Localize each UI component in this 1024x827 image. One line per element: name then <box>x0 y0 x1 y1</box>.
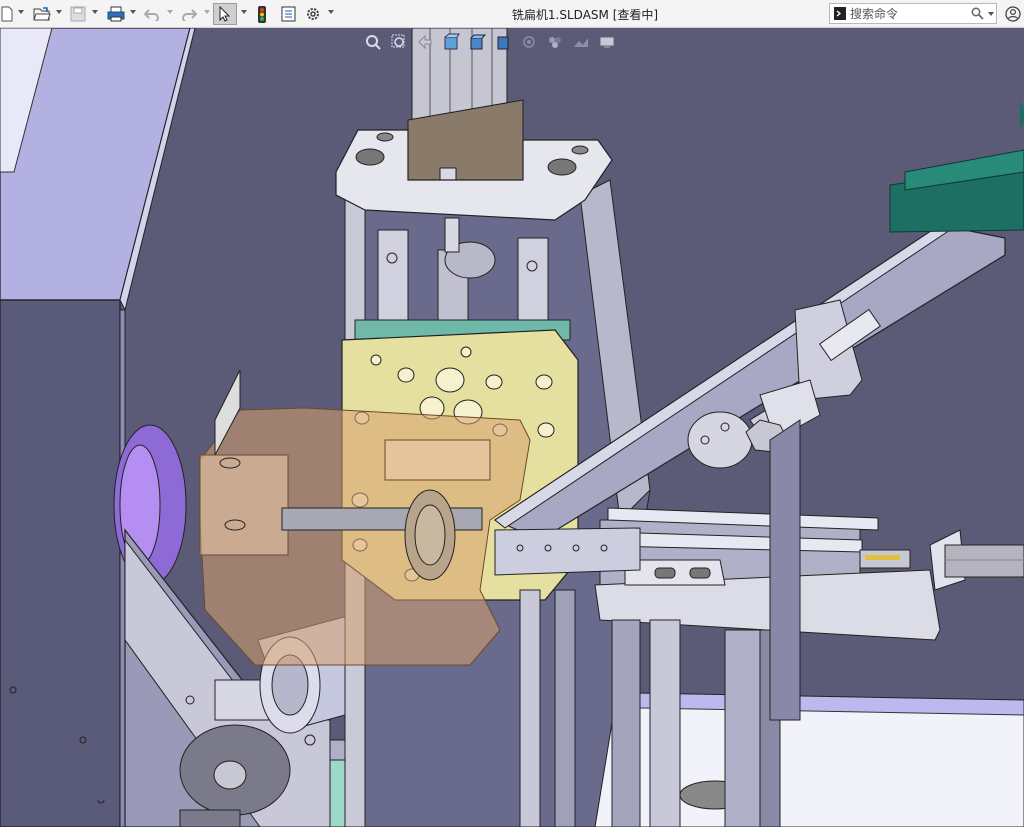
select-button[interactable] <box>213 3 237 25</box>
search-box[interactable] <box>829 3 997 24</box>
gear-icon <box>307 8 319 20</box>
search-icon[interactable] <box>971 7 984 20</box>
previous-view-icon[interactable] <box>416 33 434 56</box>
assembly-model-view[interactable] <box>0 28 1024 827</box>
search-input[interactable] <box>850 5 968 22</box>
new-document-button[interactable] <box>0 3 14 25</box>
open-button[interactable] <box>32 3 52 25</box>
cursor-arrow-icon <box>219 6 231 22</box>
select-dropdown-caret[interactable] <box>241 10 247 14</box>
undo-dropdown-caret[interactable] <box>167 10 173 14</box>
new-document-dropdown-caret[interactable] <box>18 10 24 14</box>
display-style-icon[interactable] <box>494 33 512 56</box>
user-account-icon <box>1005 6 1021 22</box>
save-dropdown-caret[interactable] <box>92 10 98 14</box>
enclosure-front-face <box>0 299 121 827</box>
undo-icon <box>144 9 159 21</box>
command-prompt-icon <box>834 7 846 20</box>
page-icon <box>1 6 13 22</box>
redo-button[interactable] <box>180 3 198 25</box>
undo-button[interactable] <box>143 3 161 25</box>
quick-access-toolbar: 铣扁机1.SLDASM [查看中] <box>0 0 1024 28</box>
options-button[interactable] <box>304 3 322 25</box>
zoom-to-fit-icon[interactable] <box>364 33 382 56</box>
folder-open-icon <box>33 7 51 21</box>
view-settings-icon[interactable] <box>598 33 616 56</box>
options-dropdown-caret[interactable] <box>328 10 334 14</box>
print-dropdown-caret[interactable] <box>130 10 136 14</box>
hide-show-icon[interactable] <box>520 33 538 56</box>
window-title: 铣扁机1.SLDASM [查看中] <box>511 8 659 22</box>
save-button[interactable] <box>69 3 87 25</box>
print-button[interactable] <box>106 3 126 25</box>
open-dropdown-caret[interactable] <box>56 10 62 14</box>
search-dropdown-caret[interactable] <box>988 12 994 16</box>
traffic-light-icon <box>258 5 266 23</box>
printer-icon <box>107 6 125 22</box>
redo-dropdown-caret[interactable] <box>204 10 210 14</box>
view-orientation-icon[interactable] <box>468 33 487 56</box>
floppy-icon <box>70 6 86 22</box>
file-properties-button[interactable] <box>279 3 297 25</box>
heads-up-view-toolbar <box>360 32 620 56</box>
graphics-area[interactable] <box>0 28 1024 827</box>
edit-appearance-icon[interactable] <box>546 33 564 56</box>
zoom-area-icon[interactable] <box>390 33 408 56</box>
redo-icon <box>182 9 197 21</box>
section-view-icon[interactable] <box>442 33 460 56</box>
account-button[interactable] <box>1004 3 1022 25</box>
apply-scene-icon[interactable] <box>572 33 590 56</box>
rebuild-button[interactable] <box>254 3 270 25</box>
properties-icon <box>281 6 295 22</box>
